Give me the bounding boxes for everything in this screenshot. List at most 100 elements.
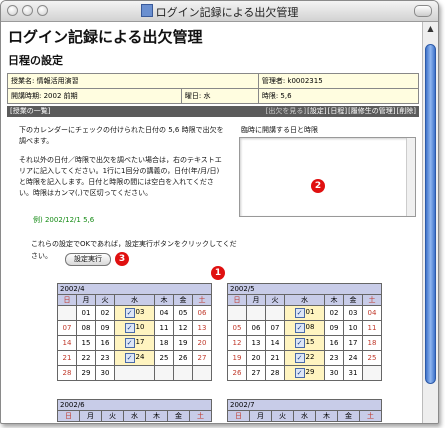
date-number: 30 (100, 369, 110, 377)
calendar-day-cell[interactable]: 30 (94, 365, 115, 381)
calendar-day-cell[interactable]: 06 (191, 305, 213, 321)
calendar-day-cell[interactable]: 30 (324, 365, 344, 381)
calendar-day-cell[interactable]: 28 (57, 365, 77, 381)
calendar-day-cell[interactable]: 21 (264, 350, 285, 366)
calendar-day-cell[interactable]: 25 (154, 350, 174, 366)
calendar-day-cell[interactable]: 22 (75, 350, 96, 366)
calendar-day-cell[interactable]: 26 (172, 350, 193, 366)
calendar-day-cell[interactable]: 19 (172, 335, 193, 351)
calendar-day-cell[interactable]: 05 (227, 320, 247, 336)
vertical-scrollbar[interactable]: ▲ (422, 22, 438, 423)
calendar-day-cell[interactable]: 08 (75, 320, 96, 336)
calendar-day-cell[interactable]: 29 (75, 365, 96, 381)
calendar-day-cell[interactable]: 11 (154, 320, 174, 336)
date-checkbox[interactable]: ✓ (294, 353, 305, 363)
manager-cell: 管理者: k0002315 (257, 73, 420, 89)
calendar-day-cell[interactable]: 27 (191, 350, 213, 366)
calendar-day-cell[interactable]: 13 (191, 320, 213, 336)
callout-badge-3: 3 (115, 252, 129, 266)
calendar-day-cell[interactable]: ✓ 01 (283, 305, 326, 321)
calendar-day-cell[interactable]: 18 (361, 335, 383, 351)
nav-course-list-link[interactable]: [授業の一覧] (10, 106, 50, 117)
toolbar-toggle-button[interactable] (414, 5, 432, 17)
date-number: 20 (251, 354, 261, 362)
calendar-day-cell[interactable]: 21 (57, 350, 77, 366)
calendar-day-cell[interactable]: 12 (227, 335, 247, 351)
calendar-day-cell[interactable]: 07 (57, 320, 77, 336)
nav-settings-link[interactable]: [設定] (307, 107, 326, 115)
date-number: 23 (329, 354, 339, 362)
calendar-day-cell[interactable]: 27 (245, 365, 266, 381)
page-title: ログイン記録による出欠管理 (8, 28, 203, 46)
weekday-header: 火 (264, 294, 285, 306)
calendar-day-cell[interactable]: ✓ 29 (283, 365, 326, 381)
calendar-day-cell[interactable]: 31 (342, 365, 363, 381)
calendar-day-cell[interactable]: 19 (227, 350, 247, 366)
extra-dates-textarea[interactable] (239, 137, 416, 217)
instructions: 下のカレンダーにチェックの付けられた日付の 5,6 時限で出欠を調べます。 それ… (19, 125, 224, 199)
calendar-day-cell[interactable]: 07 (264, 320, 285, 336)
date-checkbox[interactable]: ✓ (124, 308, 135, 318)
date-number: 31 (348, 369, 358, 377)
textarea-scrollbar[interactable] (406, 138, 415, 216)
calendar-day-cell[interactable]: 20 (191, 335, 213, 351)
instruction-paragraph-1: 下のカレンダーにチェックの付けられた日付の 5,6 時限で出欠を調べます。 (19, 126, 224, 145)
calendar-day-cell[interactable]: 14 (57, 335, 77, 351)
calendar-day-cell[interactable]: 11 (361, 320, 383, 336)
calendar-day-cell[interactable]: 24 (342, 350, 363, 366)
calendar-day-cell[interactable]: 25 (361, 350, 383, 366)
calendar-day-cell[interactable]: ✓ 15 (283, 335, 326, 351)
calendar-day-cell[interactable]: 18 (154, 335, 174, 351)
calendar-day-cell[interactable]: 17 (342, 335, 363, 351)
calendar-day-cell[interactable]: 13 (245, 335, 266, 351)
calendar-day-cell[interactable]: 28 (264, 365, 285, 381)
calendar-day-cell[interactable]: ✓ 22 (283, 350, 326, 366)
calendar-day-cell[interactable]: 16 (324, 335, 344, 351)
calendar-day-cell[interactable]: ✓ 17 (113, 335, 156, 351)
calendar-day-cell[interactable]: 20 (245, 350, 266, 366)
date-number: 22 (81, 354, 91, 362)
nav-view-attendance-link[interactable]: [出欠を見る] (266, 107, 306, 115)
exec-settings-button[interactable]: 設定実行 (65, 253, 111, 266)
date-number: 13 (251, 339, 261, 347)
date-number: 15 (305, 338, 315, 346)
calendar-2002-5: 2002/5 日月火水木金土 ✓ 01 02 03 04 05 06 07 ✓ 08 09 10 11 12 1… (227, 283, 383, 381)
date-checkbox[interactable]: ✓ (124, 338, 135, 348)
calendar-day-cell[interactable]: 23 (94, 350, 115, 366)
calendar-day-cell[interactable]: ✓ 10 (113, 320, 156, 336)
calendar-day-cell[interactable]: 12 (172, 320, 193, 336)
calendar-day-cell[interactable]: 02 (94, 305, 115, 321)
date-checkbox[interactable]: ✓ (294, 323, 305, 333)
calendar-day-cell[interactable]: 04 (361, 305, 383, 321)
calendar-day-cell[interactable]: 23 (324, 350, 344, 366)
calendar-day-cell[interactable]: 06 (245, 320, 266, 336)
date-checkbox[interactable]: ✓ (294, 338, 305, 348)
calendar-day-cell[interactable]: ✓ 08 (283, 320, 326, 336)
calendar-day-cell[interactable]: 02 (324, 305, 344, 321)
scroll-up-arrow-icon[interactable]: ▲ (424, 22, 437, 35)
calendar-day-cell[interactable]: 26 (227, 365, 247, 381)
nav-delete-link[interactable]: [削除] (397, 107, 416, 115)
calendar-day-cell[interactable]: 09 (324, 320, 344, 336)
date-number: 06 (197, 309, 207, 317)
calendar-day-cell[interactable]: 04 (154, 305, 174, 321)
calendar-day-cell[interactable]: 03 (342, 305, 363, 321)
date-number: 03 (348, 309, 358, 317)
calendar-day-cell[interactable]: ✓ 24 (113, 350, 156, 366)
calendar-day-cell[interactable]: ✓ 03 (113, 305, 156, 321)
nav-students-link[interactable]: [履修生の管理] (348, 107, 395, 115)
calendar-day-cell[interactable]: 05 (172, 305, 193, 321)
date-checkbox[interactable]: ✓ (124, 323, 135, 333)
calendar-day-cell[interactable]: 01 (75, 305, 96, 321)
calendar-day-cell[interactable]: 16 (94, 335, 115, 351)
date-checkbox[interactable]: ✓ (294, 368, 305, 378)
calendar-day-cell[interactable]: 10 (342, 320, 363, 336)
calendar-day-cell[interactable]: 15 (75, 335, 96, 351)
calendar-day-cell[interactable]: 09 (94, 320, 115, 336)
calendar-week-row: 26 27 28 ✓ 29 30 31 (227, 365, 383, 381)
date-checkbox[interactable]: ✓ (124, 353, 135, 363)
scroll-thumb[interactable] (425, 44, 436, 384)
date-checkbox[interactable]: ✓ (294, 308, 305, 318)
calendar-day-cell[interactable]: 14 (264, 335, 285, 351)
nav-schedule-link[interactable]: [日程] (328, 107, 347, 115)
